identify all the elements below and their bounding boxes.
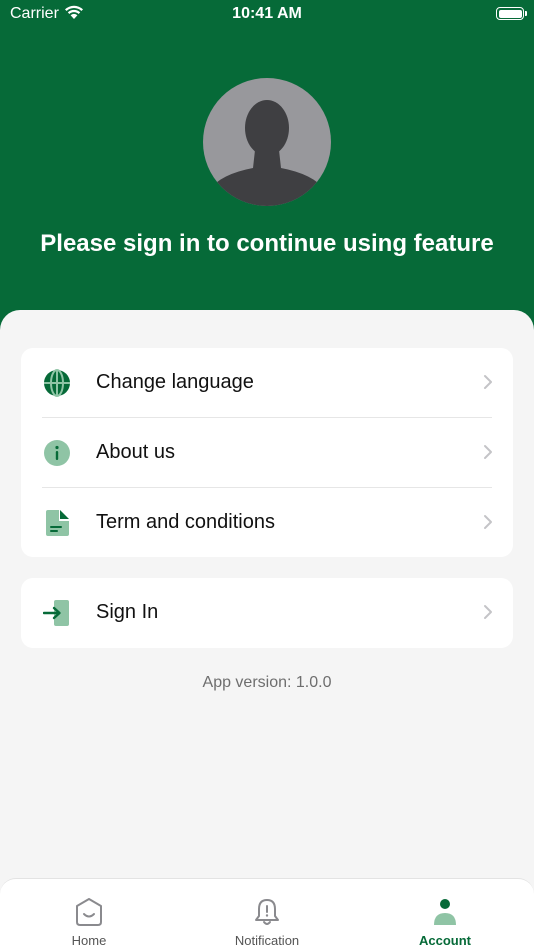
chevron-right-icon (484, 605, 492, 619)
info-icon (44, 440, 70, 466)
terms-row[interactable]: Term and conditions (21, 488, 513, 557)
sign-in-prompt: Please sign in to continue using feature (40, 230, 494, 257)
tab-home[interactable]: Home (0, 879, 178, 950)
profile-header: Carrier 10:41 AM Please sign in to conti… (0, 0, 534, 340)
chevron-right-icon (484, 445, 492, 459)
account-icon (434, 899, 456, 925)
document-icon (46, 510, 69, 536)
tab-account[interactable]: Account (356, 879, 534, 950)
account-screen: Carrier 10:41 AM Please sign in to conti… (0, 0, 534, 950)
tab-notification[interactable]: Notification (178, 879, 356, 950)
sign-in-icon (43, 600, 69, 626)
about-us-row[interactable]: About us (21, 418, 513, 487)
change-language-label: Change language (96, 371, 254, 393)
battery-icon (496, 7, 527, 20)
chevron-right-icon (484, 375, 492, 389)
bell-icon (255, 899, 279, 925)
status-time: 10:41 AM (232, 5, 302, 22)
chevron-right-icon (484, 515, 492, 529)
content-sheet: Change language About us Term and condit… (0, 310, 534, 950)
sign-in-row[interactable]: Sign In (21, 578, 513, 647)
avatar-silhouette-icon (209, 100, 325, 206)
status-bar: Carrier 10:41 AM (0, 0, 534, 28)
terms-label: Term and conditions (96, 511, 275, 533)
sign-in-label: Sign In (96, 601, 159, 623)
sign-in-card: Sign In (21, 578, 513, 648)
tab-bar: Home Notification Account (0, 878, 534, 950)
avatar (203, 78, 331, 206)
tab-notification-label: Notification (234, 933, 300, 948)
globe-icon (44, 369, 70, 397)
app-version: App version: 1.0.0 (202, 674, 332, 691)
tab-account-label: Account (419, 933, 471, 948)
tab-home-label: Home (71, 933, 107, 948)
home-icon (76, 898, 102, 926)
change-language-row[interactable]: Change language (21, 348, 513, 417)
about-us-label: About us (96, 441, 175, 463)
settings-card: Change language About us Term and condit… (21, 348, 513, 557)
